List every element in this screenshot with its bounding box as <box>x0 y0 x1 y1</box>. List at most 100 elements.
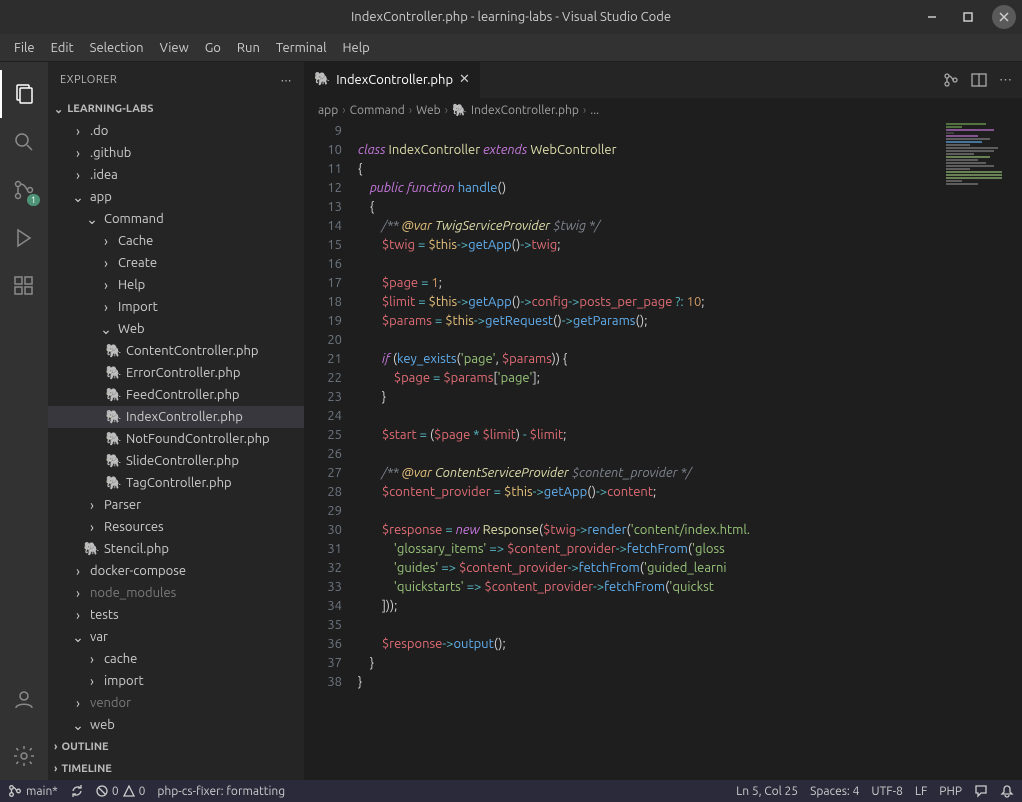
file-index-controller[interactable]: 🐘IndexController.php <box>48 406 304 428</box>
status-encoding[interactable]: UTF-8 <box>871 785 902 798</box>
breadcrumbs[interactable]: app› Command› Web› 🐘 IndexController.php… <box>304 98 1022 122</box>
status-cursor[interactable]: Ln 5, Col 25 <box>736 785 798 798</box>
maximize-button[interactable] <box>956 5 980 29</box>
folder-resources[interactable]: Resources <box>48 516 304 538</box>
status-language[interactable]: PHP <box>939 785 962 798</box>
explorer-title: EXPLORER <box>60 74 117 86</box>
folder-import[interactable]: Import <box>48 296 304 318</box>
file-error-controller[interactable]: 🐘ErrorController.php <box>48 362 304 384</box>
extensions-icon[interactable] <box>0 262 48 310</box>
folder-web[interactable]: web <box>48 714 304 736</box>
folder-parser[interactable]: Parser <box>48 494 304 516</box>
close-button[interactable] <box>992 5 1016 29</box>
status-feedback-icon[interactable] <box>974 784 988 798</box>
minimap[interactable] <box>942 122 1022 780</box>
search-icon[interactable] <box>0 118 48 166</box>
run-debug-icon[interactable] <box>0 214 48 262</box>
source-control-icon[interactable]: 1 <box>0 166 48 214</box>
folder-var-cache[interactable]: cache <box>48 648 304 670</box>
project-header[interactable]: ⌄ LEARNING-LABS <box>48 98 304 120</box>
folder-help[interactable]: Help <box>48 274 304 296</box>
breadcrumb-more[interactable]: ... <box>590 104 599 117</box>
menu-file[interactable]: File <box>6 37 43 59</box>
file-slide-controller[interactable]: 🐘SlideController.php <box>48 450 304 472</box>
php-icon: 🐘 <box>314 72 330 87</box>
folder-idea[interactable]: .idea <box>48 164 304 186</box>
tab-index-controller[interactable]: 🐘 IndexController.php ✕ <box>304 62 480 98</box>
file-tree: .do .github .idea app Command Cache Crea… <box>48 120 304 736</box>
file-notfound-controller[interactable]: 🐘NotFoundController.php <box>48 428 304 450</box>
accounts-icon[interactable] <box>0 676 48 724</box>
tab-label: IndexController.php <box>336 73 453 87</box>
title-bar: IndexController.php - learning-labs - Vi… <box>0 0 1022 34</box>
folder-node-modules[interactable]: node_modules <box>48 582 304 604</box>
menu-selection[interactable]: Selection <box>82 37 152 59</box>
folder-cache[interactable]: Cache <box>48 230 304 252</box>
folder-var-import[interactable]: import <box>48 670 304 692</box>
code-content[interactable]: class IndexController extends WebControl… <box>358 122 1022 780</box>
php-icon: 🐘 <box>84 542 100 557</box>
split-editor-icon[interactable] <box>971 72 987 88</box>
menu-bar: File Edit Selection View Go Run Terminal… <box>0 34 1022 62</box>
outline-header[interactable]: ›OUTLINE <box>48 736 304 758</box>
line-numbers: 9101112131415161718192021222324252627282… <box>304 122 358 780</box>
status-bar: main* 0 0 php-cs-fixer: formatting Ln 5,… <box>0 780 1022 802</box>
status-branch[interactable]: main* <box>8 784 58 798</box>
folder-var[interactable]: var <box>48 626 304 648</box>
file-content-controller[interactable]: 🐘ContentController.php <box>48 340 304 362</box>
folder-app[interactable]: app <box>48 186 304 208</box>
status-eol[interactable]: LF <box>915 785 927 798</box>
menu-terminal[interactable]: Terminal <box>268 37 335 59</box>
breadcrumb-file[interactable]: IndexController.php <box>471 104 579 117</box>
minimize-button[interactable] <box>920 5 944 29</box>
menu-go[interactable]: Go <box>197 37 229 59</box>
folder-vendor[interactable]: vendor <box>48 692 304 714</box>
timeline-header[interactable]: ›TIMELINE <box>48 758 304 780</box>
explorer-more-icon[interactable]: ⋯ <box>281 74 293 87</box>
status-formatter[interactable]: php-cs-fixer: formatting <box>157 785 285 798</box>
status-spaces[interactable]: Spaces: 4 <box>810 785 859 798</box>
project-name: LEARNING-LABS <box>67 103 153 115</box>
chevron-right-icon: › <box>54 741 57 753</box>
file-feed-controller[interactable]: 🐘FeedController.php <box>48 384 304 406</box>
folder-create[interactable]: Create <box>48 252 304 274</box>
menu-help[interactable]: Help <box>334 37 377 59</box>
file-stencil[interactable]: 🐘Stencil.php <box>48 538 304 560</box>
menu-run[interactable]: Run <box>229 37 268 59</box>
breadcrumb-web[interactable]: Web <box>416 104 441 117</box>
status-problems[interactable]: 0 0 <box>96 785 146 798</box>
folder-do[interactable]: .do <box>48 120 304 142</box>
editor-area: 🐘 IndexController.php ✕ ⋯ app› Command› … <box>304 62 1022 780</box>
editor-tabs: 🐘 IndexController.php ✕ ⋯ <box>304 62 1022 98</box>
folder-github[interactable]: .github <box>48 142 304 164</box>
more-actions-icon[interactable]: ⋯ <box>999 73 1012 88</box>
window-controls <box>920 5 1016 29</box>
php-icon: 🐘 <box>106 410 122 425</box>
settings-gear-icon[interactable] <box>0 732 48 780</box>
explorer-sidebar: EXPLORER ⋯ ⌄ LEARNING-LABS .do .github .… <box>48 62 304 780</box>
folder-tests[interactable]: tests <box>48 604 304 626</box>
breadcrumb-app[interactable]: app <box>318 104 338 117</box>
php-icon: 🐘 <box>106 366 122 381</box>
php-icon: 🐘 <box>106 454 122 469</box>
php-icon: 🐘 <box>452 103 467 117</box>
explorer-icon[interactable] <box>0 70 48 118</box>
folder-docker[interactable]: docker-compose <box>48 560 304 582</box>
file-tag-controller[interactable]: 🐘TagController.php <box>48 472 304 494</box>
tab-close-icon[interactable]: ✕ <box>459 72 470 87</box>
code-editor[interactable]: 9101112131415161718192021222324252627282… <box>304 122 1022 780</box>
php-icon: 🐘 <box>106 388 122 403</box>
php-icon: 🐘 <box>106 344 122 359</box>
compare-changes-icon[interactable] <box>943 72 959 88</box>
breadcrumb-command[interactable]: Command <box>350 104 405 117</box>
explorer-header: EXPLORER ⋯ <box>48 62 304 98</box>
folder-web[interactable]: Web <box>48 318 304 340</box>
status-notifications-icon[interactable] <box>1000 784 1014 798</box>
menu-edit[interactable]: Edit <box>43 37 82 59</box>
chevron-down-icon: ⌄ <box>54 103 63 116</box>
menu-view[interactable]: View <box>152 37 197 59</box>
status-sync[interactable] <box>70 784 84 798</box>
scm-badge: 1 <box>27 194 40 206</box>
window-title: IndexController.php - learning-labs - Vi… <box>351 10 671 24</box>
folder-command[interactable]: Command <box>48 208 304 230</box>
